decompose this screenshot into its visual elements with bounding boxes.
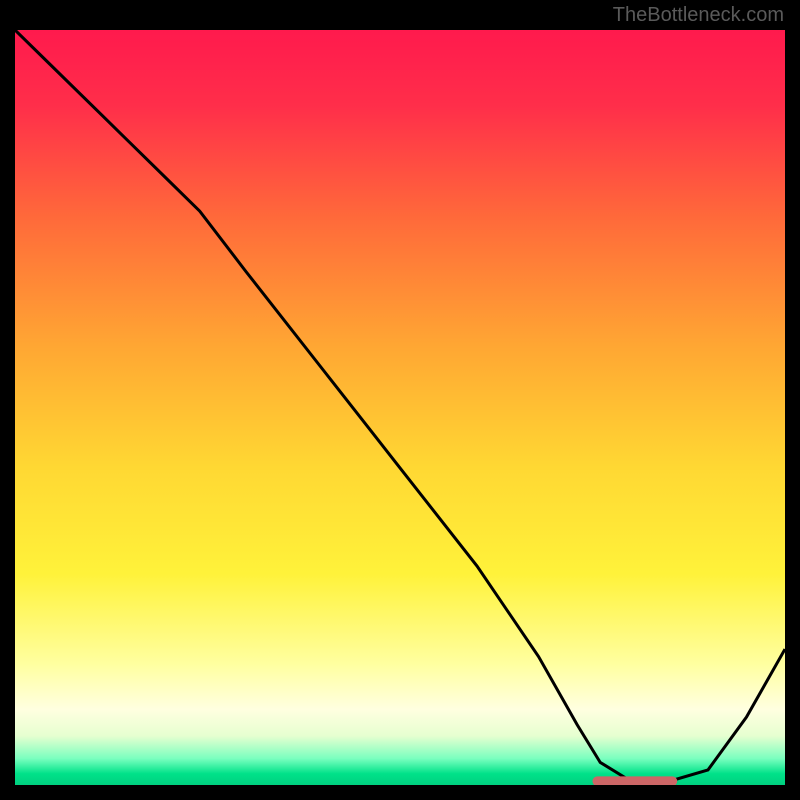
- plot-area: [15, 30, 785, 785]
- chart-svg: [15, 30, 785, 785]
- watermark-text: TheBottleneck.com: [613, 4, 784, 27]
- chart-marker-band: [593, 776, 678, 785]
- chart-frame: TheBottleneck.com: [0, 0, 800, 800]
